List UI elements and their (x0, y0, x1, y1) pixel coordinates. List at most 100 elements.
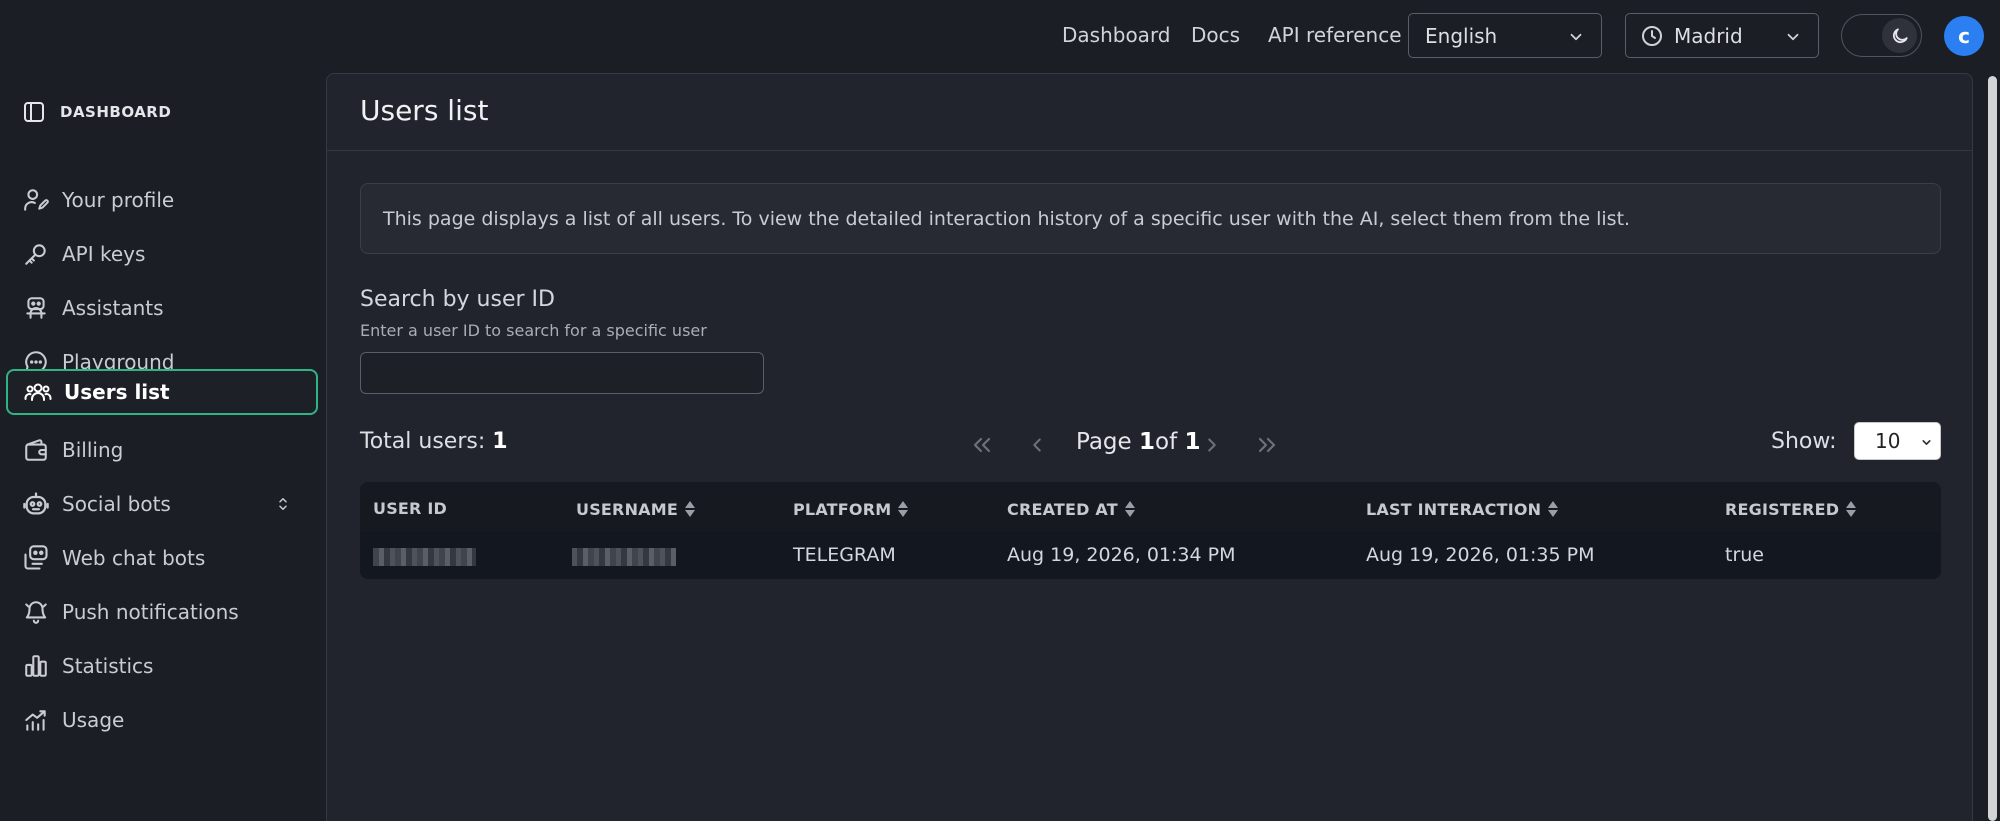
created-at-cell: Aug 19, 2026, 01:34 PM (1007, 544, 1236, 566)
last-page-button[interactable] (1252, 430, 1282, 460)
sort-icon (897, 499, 909, 519)
bell-ringing-icon (22, 598, 50, 626)
sort-icon (1124, 499, 1136, 519)
sidebar-item-label: Social bots (62, 492, 171, 516)
column-header-label: CREATED AT (1007, 499, 1118, 519)
sidebar-item-usage[interactable]: Usage (6, 697, 318, 743)
key-icon (22, 240, 50, 268)
clock-icon (1640, 24, 1664, 48)
sidebar-item-your-profile[interactable]: Your profile (6, 177, 318, 223)
timezone-value: Madrid (1674, 23, 1743, 48)
column-header-username[interactable]: USERNAME (576, 499, 696, 519)
page-scrollbar[interactable] (1984, 72, 2000, 821)
sidebar-item-label: Web chat bots (62, 546, 206, 570)
total-users: Total users: 1 (360, 429, 508, 454)
sidebar-item-statistics[interactable]: Statistics (6, 643, 318, 689)
chevron-right-icon (1201, 434, 1223, 456)
column-header-label: USERNAME (576, 499, 678, 519)
sort-icon (1547, 499, 1559, 519)
sidebar: DASHBOARD Your profile API keys Assistan… (0, 72, 325, 821)
next-page-button[interactable] (1197, 430, 1227, 460)
chevron-down-icon (1920, 436, 1933, 449)
table-row[interactable]: TELEGRAM Aug 19, 2026, 01:34 PM Aug 19, … (360, 532, 1941, 579)
info-text: This page displays a list of all users. … (383, 207, 1631, 230)
sidebar-item-label: Push notifications (62, 600, 239, 624)
column-header-platform[interactable]: PLATFORM (793, 499, 909, 519)
chevron-down-icon (1567, 28, 1585, 46)
chevron-down-icon (1784, 28, 1802, 46)
nav-link-api-reference[interactable]: API reference (1268, 23, 1402, 47)
sidebar-panel-icon (22, 100, 46, 124)
chevrons-right-icon (1255, 433, 1279, 457)
sidebar-item-label: Billing (62, 438, 124, 462)
page-size-select[interactable]: 10 (1854, 422, 1941, 460)
sidebar-item-social-bots[interactable]: Social bots (6, 481, 318, 527)
sidebar-item-assistants[interactable]: Assistants (6, 285, 318, 331)
sort-icon (684, 499, 696, 519)
user-id-search-input[interactable] (360, 352, 764, 394)
first-page-button[interactable] (967, 430, 997, 460)
column-header-last-interaction[interactable]: LAST INTERACTION (1366, 499, 1559, 519)
sidebar-header-label: DASHBOARD (60, 103, 172, 121)
sort-icon (1845, 499, 1857, 519)
column-header-label: REGISTERED (1725, 499, 1840, 519)
column-header-label: USER ID (373, 499, 447, 518)
web-bot-icon (22, 544, 50, 572)
redacted-username (572, 548, 676, 566)
sidebar-item-api-keys[interactable]: API keys (6, 231, 318, 277)
avatar[interactable]: c (1944, 16, 1984, 56)
column-header-label: LAST INTERACTION (1366, 499, 1542, 519)
sidebar-item-web-chat-bots[interactable]: Web chat bots (6, 535, 318, 581)
column-header-registered[interactable]: REGISTERED (1725, 499, 1857, 519)
sidebar-item-label: Assistants (62, 296, 164, 320)
chevrons-left-icon (970, 433, 994, 457)
page-indicator: Page 1of 1 (1076, 429, 1201, 455)
language-value: English (1425, 23, 1498, 48)
main-panel: Users list This page displays a list of … (326, 73, 1973, 821)
bar-chart-icon (22, 652, 50, 680)
show-label: Show: (1771, 429, 1837, 454)
expand-toggle-icon[interactable] (274, 493, 292, 515)
chevron-left-icon (1026, 434, 1048, 456)
page-word: Page (1076, 429, 1132, 455)
theme-toggle[interactable] (1841, 14, 1922, 57)
sidebar-item-label: Statistics (62, 654, 154, 678)
info-box: This page displays a list of all users. … (360, 183, 1941, 254)
robot-icon (22, 294, 50, 322)
column-header-label: PLATFORM (793, 499, 892, 519)
page-title: Users list (360, 94, 489, 127)
search-hint: Enter a user ID to search for a specific… (360, 321, 707, 340)
users-table: USER ID USERNAME PLATFORM CREATED AT LAS… (360, 482, 1941, 579)
nav-link-docs[interactable]: Docs (1191, 23, 1240, 47)
sidebar-item-push-notifications[interactable]: Push notifications (6, 589, 318, 635)
moon-icon (1882, 18, 1917, 53)
total-users-count: 1 (492, 429, 508, 454)
wallet-icon (22, 436, 50, 464)
sidebar-item-label: Usage (62, 708, 125, 732)
users-group-icon (24, 378, 52, 406)
bot-face-icon (22, 490, 50, 518)
sidebar-header[interactable]: DASHBOARD (22, 100, 171, 124)
language-select[interactable]: English (1408, 13, 1602, 58)
last-interaction-cell: Aug 19, 2026, 01:35 PM (1366, 544, 1595, 566)
usage-chart-icon (22, 706, 50, 734)
registered-cell: true (1725, 544, 1764, 566)
search-label: Search by user ID (360, 287, 555, 312)
column-header-user-id: USER ID (373, 499, 447, 518)
sidebar-item-label: Users list (64, 380, 170, 404)
sidebar-item-label: Your profile (62, 188, 175, 212)
sidebar-item-label: API keys (62, 242, 146, 266)
current-page: 1 (1139, 429, 1156, 455)
page-size-value: 10 (1875, 429, 1901, 453)
column-header-created-at[interactable]: CREATED AT (1007, 499, 1136, 519)
nav-link-dashboard[interactable]: Dashboard (1062, 23, 1171, 47)
of-word: of (1155, 429, 1178, 455)
previous-page-button[interactable] (1022, 430, 1052, 460)
sidebar-item-users-list[interactable]: Users list (6, 369, 318, 415)
total-users-label: Total users: (360, 429, 486, 454)
timezone-select[interactable]: Madrid (1625, 13, 1819, 58)
scrollbar-thumb[interactable] (1988, 76, 1997, 821)
sidebar-item-billing[interactable]: Billing (6, 427, 318, 473)
redacted-user-id (373, 548, 476, 566)
platform-cell: TELEGRAM (793, 544, 896, 566)
